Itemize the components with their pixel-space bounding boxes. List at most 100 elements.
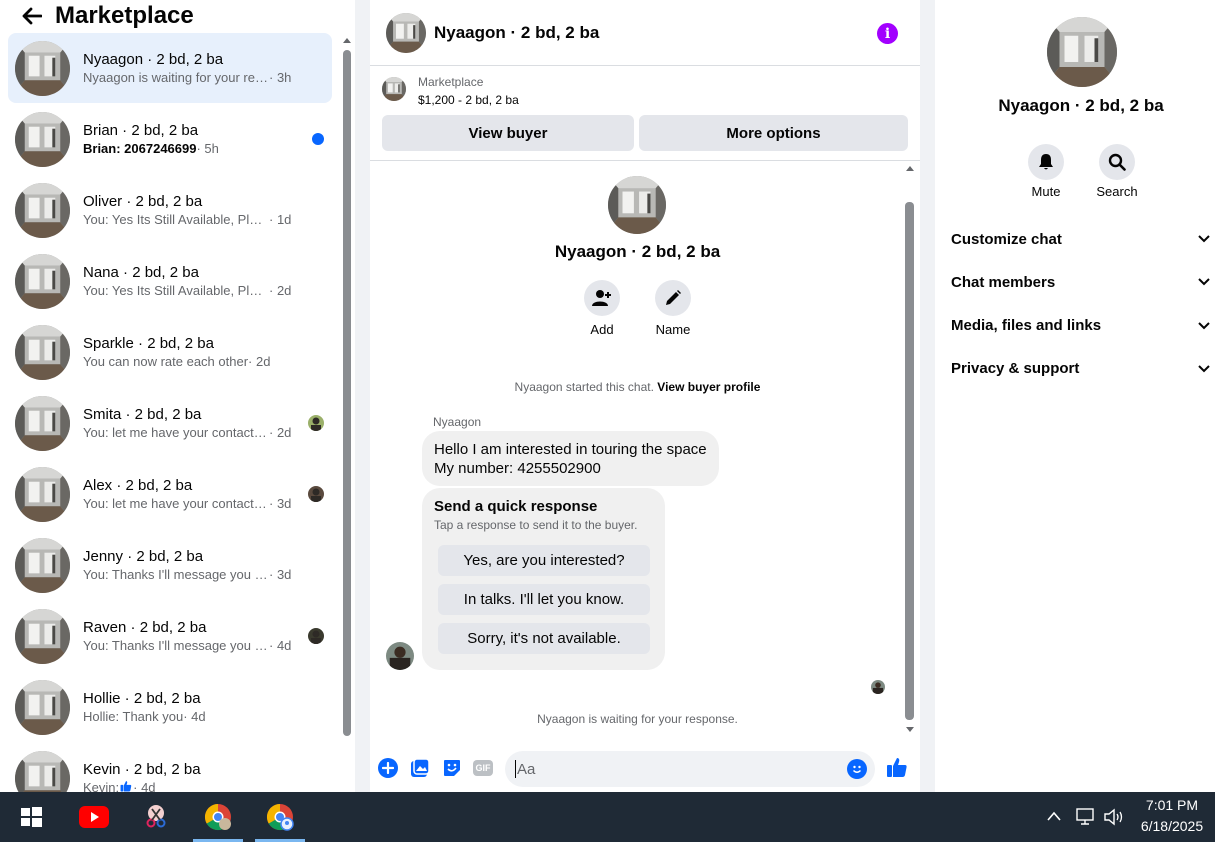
thread-scrollbar[interactable] (905, 202, 914, 720)
conversation-preview: You: let me have your contact n... · 2d (83, 424, 292, 440)
quick-response-yes-button[interactable]: Yes, are you interested? (438, 545, 650, 576)
conversation-name: Oliver · 2 bd, 2 ba (83, 192, 203, 210)
conversation-avatar (15, 396, 70, 451)
conversation-avatar (15, 112, 70, 167)
conversation-item[interactable]: Raven · 2 bd, 2 ba You: Thanks I'll messa… (8, 601, 332, 671)
thread-scroll-up[interactable] (906, 166, 914, 171)
quick-response-sorry-button[interactable]: Sorry, it's not available. (438, 623, 650, 654)
conversation-item[interactable]: Jenny · 2 bd, 2 ba You: Thanks I'll messa… (8, 530, 332, 600)
clock-time: 7:01 PM (1145, 797, 1199, 813)
conversation-avatar (15, 325, 70, 380)
conversation-item[interactable]: Oliver · 2 bd, 2 ba You: Yes Its Still Av… (8, 175, 332, 245)
compose-bar: GIF Aa (370, 742, 920, 792)
details-section-privacy-support[interactable]: Privacy & support (951, 354, 1211, 384)
conversation-avatar (15, 538, 70, 593)
profile-avatar[interactable] (608, 176, 666, 234)
chat-details-panel: Nyaagon · 2 bd, 2 ba Mute Search Customi… (935, 0, 1215, 792)
conversation-name: Hollie · 2 bd, 2 ba (83, 689, 201, 707)
windows-start-icon[interactable] (6, 792, 56, 842)
message-sender: Nyaagon (433, 415, 482, 429)
sticker-icon[interactable] (442, 758, 462, 781)
conversation-avatar (15, 254, 70, 309)
more-options-button[interactable]: More options (639, 115, 908, 151)
volume-icon[interactable] (1103, 807, 1125, 830)
details-section-customize-chat[interactable]: Customize chat (951, 224, 1211, 254)
add-member-button[interactable] (584, 280, 620, 316)
chat-avatar[interactable] (386, 13, 426, 53)
conversation-item[interactable]: Kevin · 2 bd, 2 ba Kevin: · 4d (8, 743, 332, 792)
conversation-item[interactable]: Nyaagon · 2 bd, 2 ba Nyaagon is waiting f… (8, 33, 332, 103)
conversation-avatar (15, 41, 70, 96)
name-chat-button[interactable] (655, 280, 691, 316)
details-avatar[interactable] (1047, 17, 1117, 87)
conversation-item[interactable]: Brian · 2 bd, 2 ba Brian: 2067246699 · 5h (8, 104, 332, 174)
message-bubble[interactable]: Hello I am interested in touring the spa… (422, 431, 719, 486)
view-buyer-button[interactable]: View buyer (382, 115, 634, 151)
listing-thumbnail[interactable] (382, 77, 406, 101)
search-button[interactable] (1099, 144, 1135, 180)
thread-scroll-down[interactable] (906, 727, 914, 732)
view-buyer-profile-link[interactable]: View buyer profile (657, 380, 760, 394)
buyer-mini-avatar (308, 486, 324, 502)
chrome-profile-2-icon[interactable] (255, 792, 305, 842)
conversation-preview: You: let me have your contact n... · 3d (83, 495, 292, 511)
conversation-name: Alex · 2 bd, 2 ba (83, 476, 193, 494)
sender-avatar[interactable] (386, 642, 414, 670)
tray-chevron-up-icon[interactable] (1046, 809, 1062, 825)
windows-taskbar: 7:01 PM 6/18/2025 (0, 792, 1215, 842)
conversation-avatar (15, 680, 70, 735)
name-label: Name (655, 322, 691, 337)
conversation-preview: You: Yes Its Still Available, Please Se.… (83, 282, 292, 298)
conversation-preview: Kevin: · 4d (83, 779, 303, 793)
conversation-preview: You: Thanks I'll message you in a m... ·… (83, 566, 292, 582)
conversation-name: Brian · 2 bd, 2 ba (83, 121, 199, 139)
search-label: Search (1096, 184, 1138, 199)
marketplace-header: Marketplace (0, 0, 340, 32)
snipping-tool-icon[interactable] (131, 792, 181, 842)
conversation-preview: Hollie: Thank you · 4d (83, 708, 206, 724)
conversation-item[interactable]: Smita · 2 bd, 2 ba You: let me have your … (8, 388, 332, 458)
conversation-preview: Nyaagon is waiting for your respon...· 3… (83, 69, 292, 85)
network-icon[interactable] (1075, 807, 1097, 830)
conversation-name: Jenny · 2 bd, 2 ba (83, 547, 204, 565)
like-thumb-icon[interactable] (886, 756, 908, 781)
quick-response-title: Send a quick response (434, 498, 598, 515)
photo-icon[interactable] (410, 758, 430, 781)
unread-dot (312, 133, 324, 145)
conversation-item[interactable]: Nana · 2 bd, 2 ba You: Yes Its Still Avai… (8, 246, 332, 316)
conversation-preview: You: Yes Its Still Available, Please Se.… (83, 211, 292, 227)
conversation-item[interactable]: Hollie · 2 bd, 2 ba Hollie: Thank you · 4… (8, 672, 332, 742)
search-icon (1108, 153, 1126, 171)
gif-icon[interactable]: GIF (473, 760, 493, 776)
plus-icon[interactable] (378, 758, 398, 778)
chevron-down-icon (1198, 321, 1210, 330)
conversation-list-scrollbar[interactable] (343, 50, 351, 736)
details-section-chat-members[interactable]: Chat members (951, 267, 1211, 297)
chrome-profile-1-icon[interactable] (193, 792, 243, 842)
scroll-up-arrow[interactable] (343, 38, 351, 43)
emoji-icon[interactable] (847, 759, 867, 779)
info-icon[interactable]: i (877, 23, 898, 44)
conversation-item[interactable]: Alex · 2 bd, 2 ba You: let me have your c… (8, 459, 332, 529)
message-input[interactable]: Aa (505, 751, 875, 787)
listing-price[interactable]: $1,200 - 2 bd, 2 ba (418, 93, 519, 107)
chat-started-notice: Nyaagon started this chat. View buyer pr… (514, 380, 761, 394)
conversation-item[interactable]: Sparkle · 2 bd, 2 ba You can now rate eac… (8, 317, 332, 387)
seen-indicator-avatar (871, 680, 885, 694)
youtube-icon[interactable] (69, 792, 119, 842)
chat-header: Nyaagon · 2 bd, 2 ba i (370, 0, 920, 66)
quick-response-card: Send a quick response Tap a response to … (422, 488, 665, 670)
clock[interactable]: 7:01 PM 6/18/2025 (1132, 797, 1212, 834)
mute-button[interactable] (1028, 144, 1064, 180)
details-section-media-files-and-links[interactable]: Media, files and links (951, 311, 1211, 341)
back-arrow-icon[interactable] (19, 3, 45, 29)
chat-title[interactable]: Nyaagon · 2 bd, 2 ba (434, 23, 599, 43)
clock-date: 6/18/2025 (1140, 818, 1204, 834)
thumbs-up-icon (119, 779, 133, 793)
quick-response-talks-button[interactable]: In talks. I'll let you know. (438, 584, 650, 615)
conversation-avatar (15, 751, 70, 793)
buyer-mini-avatar (308, 415, 324, 431)
chevron-down-icon (1198, 365, 1210, 373)
conversation-preview: You can now rate each other · 2d (83, 353, 271, 369)
add-label: Add (590, 322, 614, 337)
